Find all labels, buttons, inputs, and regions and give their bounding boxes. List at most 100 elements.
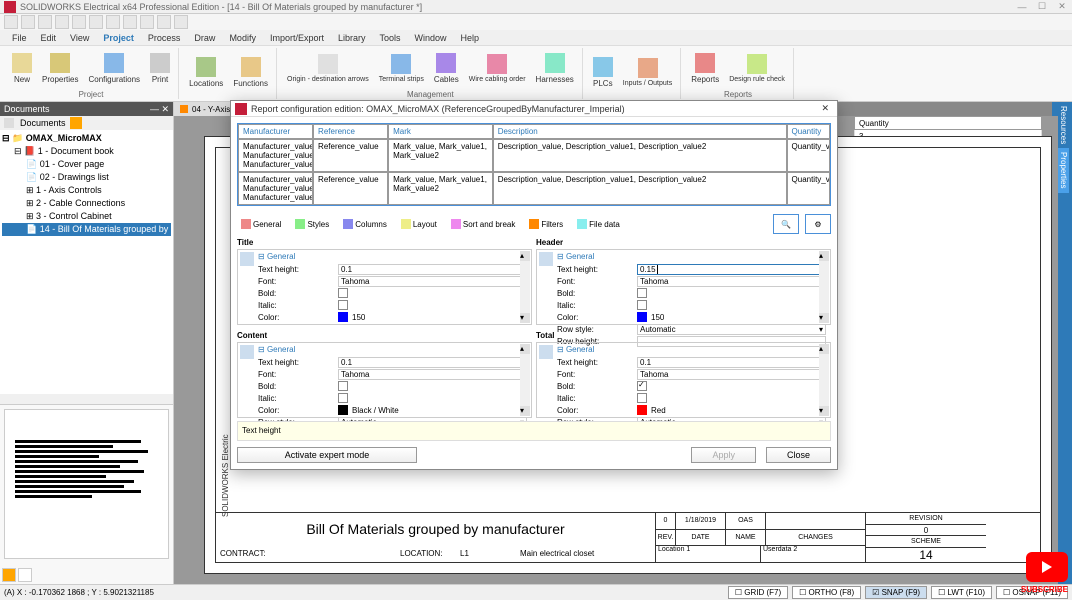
- menu-library[interactable]: Library: [338, 33, 366, 43]
- close-button[interactable]: ✕: [1056, 1, 1068, 13]
- status-grid[interactable]: ☐ GRID (F7): [728, 586, 788, 599]
- refresh-icon[interactable]: [70, 117, 82, 129]
- title-bold[interactable]: [338, 288, 348, 298]
- panel-scrollbar[interactable]: ▴▾: [520, 251, 530, 323]
- menu-process[interactable]: Process: [148, 33, 181, 43]
- status-lwt[interactable]: ☐ LWT (F10): [931, 586, 992, 599]
- title-color[interactable]: [338, 312, 348, 322]
- dialog-close[interactable]: ✕: [817, 103, 833, 114]
- panel-scrollbar[interactable]: ▴▾: [819, 344, 829, 416]
- ribbon-wire-cabling[interactable]: Wire cabling order: [465, 48, 530, 88]
- qat-icon[interactable]: [157, 15, 171, 29]
- header-color[interactable]: [637, 312, 647, 322]
- menu-file[interactable]: File: [12, 33, 27, 43]
- content-italic[interactable]: [338, 393, 348, 403]
- tree-item: 📄 02 - Drawings list: [2, 171, 171, 184]
- ribbon-new[interactable]: New: [8, 48, 36, 88]
- menu-modify[interactable]: Modify: [229, 33, 256, 43]
- ribbon-cables[interactable]: Cables: [430, 48, 463, 88]
- menu-help[interactable]: Help: [461, 33, 480, 43]
- apply-button[interactable]: Apply: [691, 447, 756, 463]
- tab-filedata[interactable]: File data: [573, 217, 624, 231]
- tab-general[interactable]: General: [237, 217, 285, 231]
- tab-filters[interactable]: Filters: [525, 217, 567, 231]
- ribbon-reports[interactable]: Reports: [687, 48, 723, 88]
- qat-icon[interactable]: [72, 15, 86, 29]
- preview-btn[interactable]: [2, 568, 16, 582]
- qat-icon[interactable]: [106, 15, 120, 29]
- qat-icon[interactable]: [123, 15, 137, 29]
- menu-view[interactable]: View: [70, 33, 89, 43]
- header-rowstyle[interactable]: Automatic▾: [637, 324, 826, 335]
- panel-close[interactable]: — ✕: [150, 104, 169, 115]
- preview-button[interactable]: 🔍: [773, 214, 799, 234]
- qat-icon[interactable]: [4, 15, 18, 29]
- content-text-height[interactable]: 0.1: [338, 357, 527, 368]
- total-italic[interactable]: [637, 393, 647, 403]
- status-ortho[interactable]: ☐ ORTHO (F8): [792, 586, 861, 599]
- documents-tab[interactable]: Documents: [20, 118, 66, 128]
- header-bold[interactable]: [637, 288, 647, 298]
- close-dialog-button[interactable]: Close: [766, 447, 831, 463]
- ribbon-configurations[interactable]: Configurations: [84, 48, 144, 88]
- title-font[interactable]: Tahoma▾: [338, 276, 527, 287]
- qat-icon[interactable]: [55, 15, 69, 29]
- menu-edit[interactable]: Edit: [41, 33, 57, 43]
- tab-layout[interactable]: Layout: [397, 217, 441, 231]
- ribbon-functions[interactable]: Functions: [229, 48, 272, 97]
- ribbon-group-label: Project: [8, 88, 174, 99]
- panel-scrollbar[interactable]: ▴▾: [520, 344, 530, 416]
- preview-btn[interactable]: [18, 568, 32, 582]
- ribbon-properties[interactable]: Properties: [38, 48, 82, 88]
- ribbon-terminal-strips[interactable]: Terminal strips: [375, 48, 428, 88]
- resources-tab[interactable]: Resources: [1058, 102, 1069, 148]
- qat-icon[interactable]: [89, 15, 103, 29]
- total-font[interactable]: Tahoma▾: [637, 369, 826, 380]
- settings-button[interactable]: ⚙: [805, 214, 831, 234]
- menu-window[interactable]: Window: [415, 33, 447, 43]
- ribbon-harnesses[interactable]: Harnesses: [532, 48, 578, 88]
- qat-icon[interactable]: [38, 15, 52, 29]
- ribbon-drc[interactable]: Design rule check: [725, 48, 789, 88]
- menu-project[interactable]: Project: [103, 33, 134, 43]
- status-snap[interactable]: ☑ SNAP (F9): [865, 586, 927, 599]
- ribbon-io[interactable]: Inputs / Outputs: [619, 48, 676, 97]
- expert-mode-button[interactable]: Activate expert mode: [237, 447, 417, 463]
- properties-tab[interactable]: Properties: [1058, 148, 1069, 192]
- ribbon-origin-dest[interactable]: Origin - destination arrows: [283, 48, 373, 88]
- ribbon-print[interactable]: Print: [146, 48, 174, 88]
- header-font[interactable]: Tahoma▾: [637, 276, 826, 287]
- content-font[interactable]: Tahoma▾: [338, 369, 527, 380]
- minimize-button[interactable]: —: [1016, 1, 1028, 13]
- qat-icon[interactable]: [174, 15, 188, 29]
- header-text-height[interactable]: 0.15: [637, 264, 826, 275]
- panel-scrollbar[interactable]: ▴▾: [819, 251, 829, 323]
- total-bold[interactable]: ✓: [637, 381, 647, 391]
- qat-icon[interactable]: [140, 15, 154, 29]
- ribbon-plcs[interactable]: PLCs: [589, 48, 617, 97]
- right-dock[interactable]: Resources Properties: [1058, 102, 1072, 584]
- total-rowstyle[interactable]: Automatic▾: [637, 417, 826, 422]
- documents-panel: Documents — ✕ Documents ⊟ 📁 OMAX_MicroMA…: [0, 102, 174, 584]
- content-bold[interactable]: [338, 381, 348, 391]
- title-text-height[interactable]: 0.1: [338, 264, 527, 275]
- tab-styles[interactable]: Styles: [291, 217, 333, 231]
- header-italic[interactable]: [637, 300, 647, 310]
- content-rowstyle[interactable]: Automatic▾: [338, 417, 527, 422]
- title-italic[interactable]: [338, 300, 348, 310]
- tab-columns[interactable]: Columns: [339, 217, 391, 231]
- document-tree[interactable]: ⊟ 📁 OMAX_MicroMAX ⊟ 📕 1 - Document book …: [0, 130, 173, 394]
- menu-draw[interactable]: Draw: [194, 33, 215, 43]
- maximize-button[interactable]: ☐: [1036, 1, 1048, 13]
- tree-item-selected: 📄 14 - Bill Of Materials grouped by ma: [2, 223, 171, 236]
- total-text-height[interactable]: 0.1: [637, 357, 826, 368]
- tab-sort[interactable]: Sort and break: [447, 217, 519, 231]
- total-color[interactable]: [637, 405, 647, 415]
- qat-icon[interactable]: [21, 15, 35, 29]
- youtube-icon[interactable]: [1026, 552, 1068, 582]
- content-color-check[interactable]: [338, 405, 348, 415]
- menu-import-export[interactable]: Import/Export: [270, 33, 324, 43]
- menu-tools[interactable]: Tools: [380, 33, 401, 43]
- ribbon-locations[interactable]: Locations: [185, 48, 227, 97]
- tree-scrollbar[interactable]: [0, 394, 173, 404]
